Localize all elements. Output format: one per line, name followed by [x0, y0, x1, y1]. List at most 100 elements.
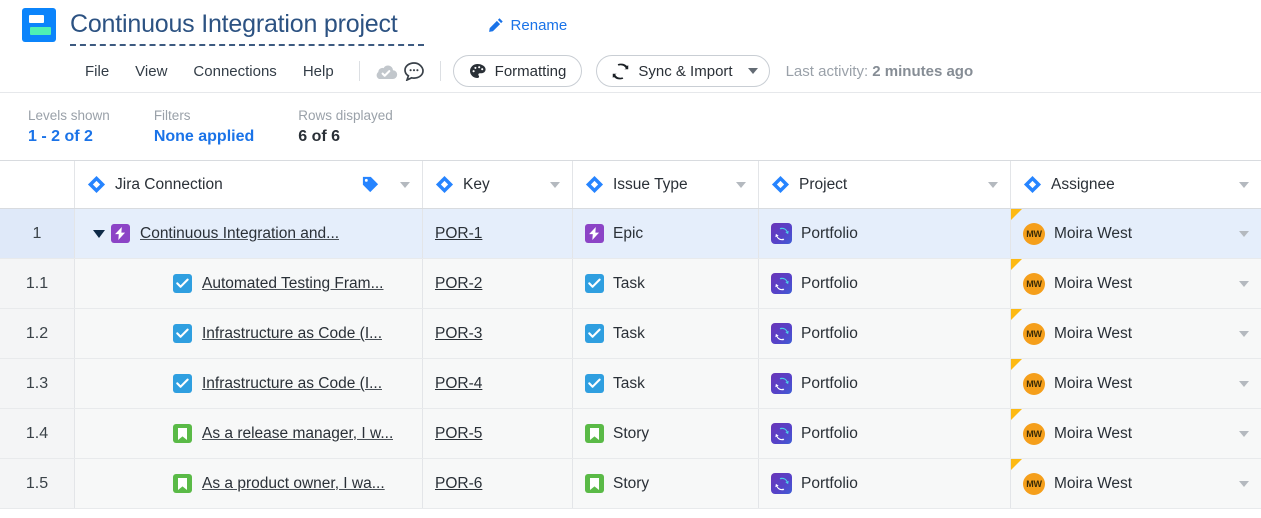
column-header-project[interactable]: Project	[759, 161, 1011, 208]
cell-comment-flag-icon	[1011, 309, 1022, 320]
menu-item-help[interactable]: Help	[290, 59, 347, 84]
row-number: 1.2	[25, 324, 49, 342]
issue-key-link[interactable]: POR-4	[435, 375, 482, 393]
project-cell[interactable]: Portfolio	[759, 259, 1011, 308]
issue-name-link[interactable]: Infrastructure as Code (I...	[202, 325, 382, 343]
chevron-down-icon[interactable]	[747, 68, 758, 74]
table-row[interactable]: 1 Continuous Integration and... POR-1 Epic P…	[0, 209, 1261, 259]
formatting-button[interactable]: Formatting	[452, 55, 583, 87]
tag-icon[interactable]	[361, 175, 380, 194]
project-cell[interactable]: Portfolio	[759, 209, 1011, 258]
stat-levels-shown-label: Levels shown	[28, 107, 110, 123]
story-icon	[173, 474, 192, 493]
issue-type-cell[interactable]: Task	[573, 309, 759, 358]
row-number-cell[interactable]: 1.1	[0, 259, 75, 308]
sync-import-button[interactable]: Sync & Import	[596, 55, 770, 87]
project-label: Portfolio	[801, 324, 858, 342]
issue-key-cell[interactable]: POR-2	[423, 259, 573, 308]
column-header-label: Key	[463, 175, 490, 193]
menu-item-connections[interactable]: Connections	[180, 59, 289, 84]
issue-name-cell[interactable]: Infrastructure as Code (I...	[75, 309, 423, 358]
row-expand-toggle[interactable]	[87, 229, 111, 238]
issue-key-cell[interactable]: POR-5	[423, 409, 573, 458]
table-row[interactable]: 1.2 Infrastructure as Code (I... POR-3 Task…	[0, 309, 1261, 359]
assignee-dropdown-caret[interactable]	[1239, 380, 1249, 387]
row-number-cell[interactable]: 1.3	[0, 359, 75, 408]
assignee-cell[interactable]: MW Moira West	[1011, 309, 1261, 358]
cell-comment-flag-icon	[1011, 259, 1022, 270]
issue-name-link[interactable]: As a product owner, I wa...	[202, 475, 385, 493]
rename-button[interactable]: Rename	[488, 16, 568, 34]
assignee-cell[interactable]: MW Moira West	[1011, 259, 1261, 308]
issue-key-link[interactable]: POR-2	[435, 275, 482, 293]
project-cell[interactable]: Portfolio	[759, 459, 1011, 508]
column-menu-caret-issue-type[interactable]	[736, 181, 746, 188]
column-header-jira-connection[interactable]: Jira Connection	[75, 161, 423, 208]
issue-name-cell[interactable]: Infrastructure as Code (I...	[75, 359, 423, 408]
page-title: Continuous Integration project	[70, 9, 398, 38]
issue-name-link[interactable]: Automated Testing Fram...	[202, 275, 384, 293]
column-menu-caret-key[interactable]	[550, 181, 560, 188]
table-row[interactable]: 1.5 As a product owner, I wa... POR-6 Story…	[0, 459, 1261, 509]
issue-name-cell[interactable]: As a release manager, I w...	[75, 409, 423, 458]
table-row[interactable]: 1.1 Automated Testing Fram... POR-2 Task Por…	[0, 259, 1261, 309]
row-number-cell[interactable]: 1	[0, 209, 75, 258]
rename-label: Rename	[510, 16, 568, 34]
assignee-dropdown-caret[interactable]	[1239, 330, 1249, 337]
column-menu-caret-project[interactable]	[988, 181, 998, 188]
project-cell[interactable]: Portfolio	[759, 309, 1011, 358]
issue-type-cell[interactable]: Story	[573, 459, 759, 508]
project-cell[interactable]: Portfolio	[759, 409, 1011, 458]
column-header-issue-type[interactable]: Issue Type	[573, 161, 759, 208]
row-number-cell[interactable]: 1.2	[0, 309, 75, 358]
stat-filters: Filters None applied	[154, 108, 254, 146]
stat-filters-label: Filters	[153, 107, 191, 123]
issue-name-link[interactable]: Continuous Integration and...	[140, 225, 339, 243]
issue-key-cell[interactable]: POR-6	[423, 459, 573, 508]
issue-type-cell[interactable]: Story	[573, 409, 759, 458]
column-menu-caret-jira-connection[interactable]	[400, 181, 410, 188]
assignee-cell[interactable]: MW Moira West	[1011, 409, 1261, 458]
cloud-check-icon[interactable]	[372, 57, 400, 85]
menu-divider-2	[439, 61, 441, 81]
issue-name-cell[interactable]: Continuous Integration and...	[75, 209, 423, 258]
jira-diamond-icon	[435, 175, 454, 194]
assignee-dropdown-caret[interactable]	[1239, 480, 1249, 487]
stat-filters-value[interactable]: None applied	[154, 128, 254, 146]
issue-name-link[interactable]: As a release manager, I w...	[202, 425, 393, 443]
issue-type-cell[interactable]: Task	[573, 359, 759, 408]
issue-key-link[interactable]: POR-1	[435, 225, 482, 243]
issue-name-cell[interactable]: As a product owner, I wa...	[75, 459, 423, 508]
project-cell[interactable]: Portfolio	[759, 359, 1011, 408]
assignee-cell[interactable]: MW Moira West	[1011, 359, 1261, 408]
assignee-dropdown-caret[interactable]	[1239, 280, 1249, 287]
table-row[interactable]: 1.4 As a release manager, I w... POR-5 Stor…	[0, 409, 1261, 459]
menu-item-view[interactable]: View	[122, 59, 180, 84]
assignee-cell[interactable]: MW Moira West	[1011, 459, 1261, 508]
issue-key-cell[interactable]: POR-1	[423, 209, 573, 258]
stat-levels-shown: Levels shown 1 - 2 of 2	[28, 108, 110, 146]
comment-bubble-icon[interactable]	[400, 57, 428, 85]
issue-key-link[interactable]: POR-3	[435, 325, 482, 343]
issue-type-cell[interactable]: Task	[573, 259, 759, 308]
row-number-cell[interactable]: 1.4	[0, 409, 75, 458]
issue-key-link[interactable]: POR-6	[435, 475, 482, 493]
assignee-dropdown-caret[interactable]	[1239, 430, 1249, 437]
issue-name-link[interactable]: Infrastructure as Code (I...	[202, 375, 382, 393]
issue-key-cell[interactable]: POR-3	[423, 309, 573, 358]
stat-levels-shown-value[interactable]: 1 - 2 of 2	[28, 128, 110, 146]
assignee-cell[interactable]: MW Moira West	[1011, 209, 1261, 258]
menu-item-file[interactable]: File	[72, 59, 122, 84]
project-label: Portfolio	[801, 474, 858, 492]
column-header-assignee[interactable]: Assignee	[1011, 161, 1261, 208]
issue-type-cell[interactable]: Epic	[573, 209, 759, 258]
stats-bar: Levels shown 1 - 2 of 2 Filters None app…	[0, 92, 1261, 160]
issue-key-cell[interactable]: POR-4	[423, 359, 573, 408]
column-menu-caret-assignee[interactable]	[1239, 181, 1249, 188]
issue-name-cell[interactable]: Automated Testing Fram...	[75, 259, 423, 308]
assignee-dropdown-caret[interactable]	[1239, 230, 1249, 237]
column-header-key[interactable]: Key	[423, 161, 573, 208]
issue-key-link[interactable]: POR-5	[435, 425, 482, 443]
row-number-cell[interactable]: 1.5	[0, 459, 75, 508]
table-row[interactable]: 1.3 Infrastructure as Code (I... POR-4 Task…	[0, 359, 1261, 409]
